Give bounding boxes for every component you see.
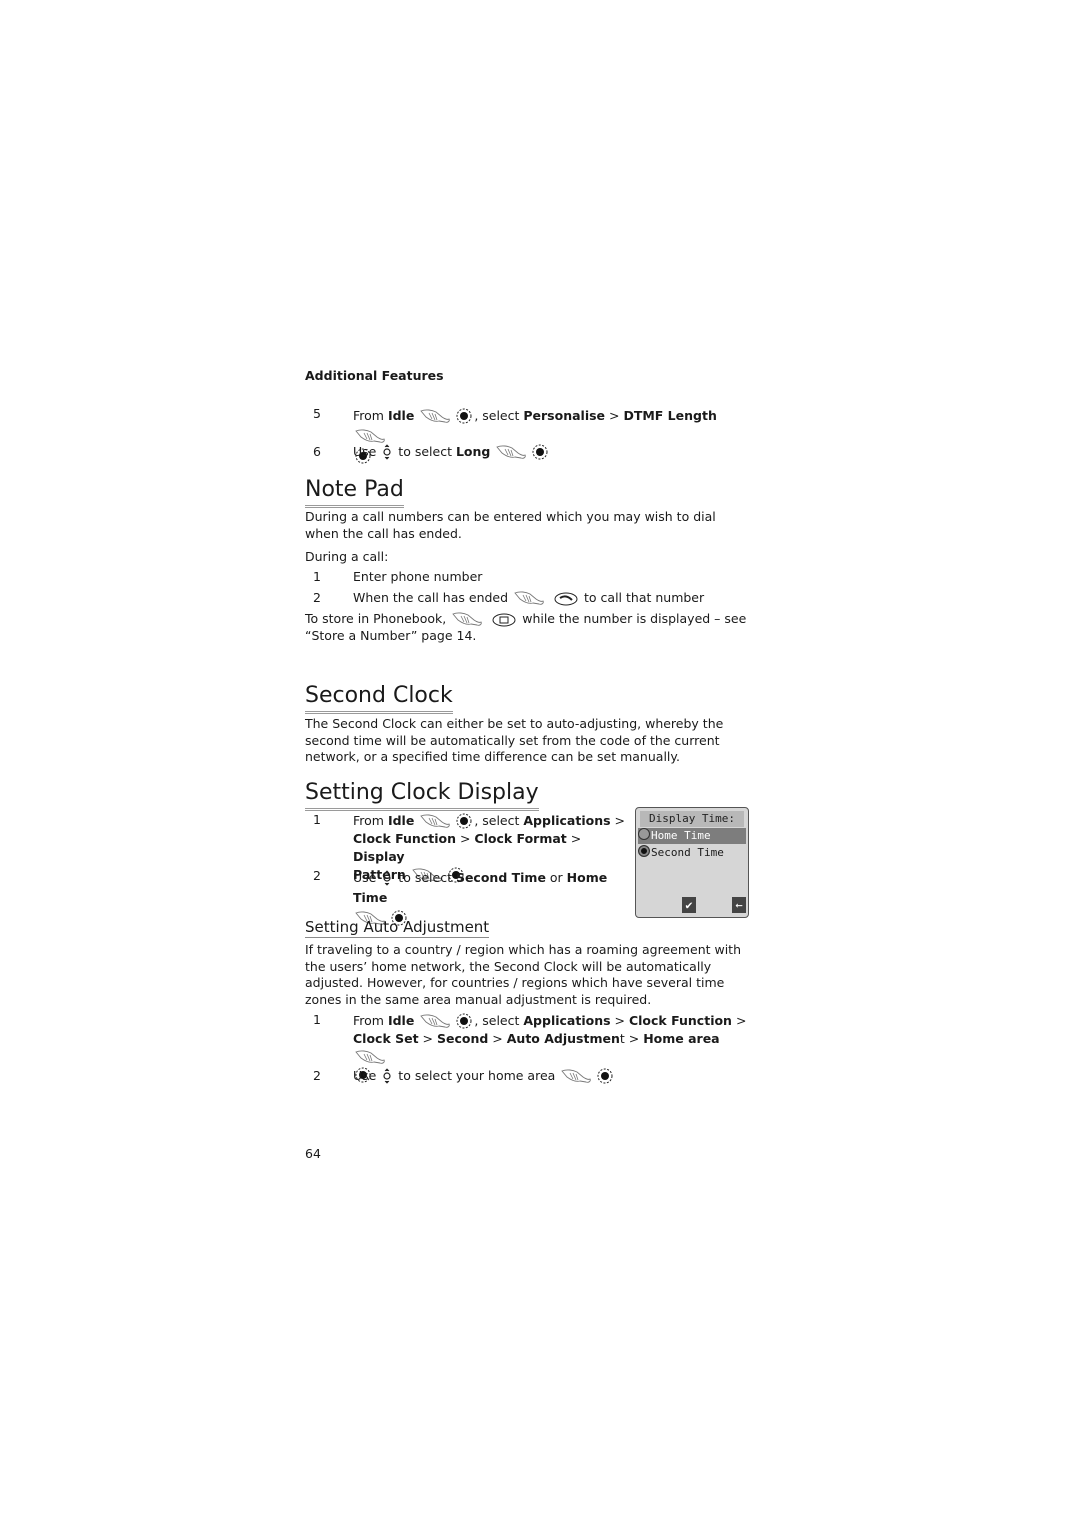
check-softkey-icon: ✔ — [682, 897, 696, 913]
second-clock-body: The Second Clock can either be set to au… — [305, 716, 724, 764]
heading-setting-auto-adjustment: Setting Auto Adjustment — [305, 918, 490, 938]
ok-key-icon — [532, 444, 548, 460]
ok-key-icon — [456, 1013, 472, 1029]
heading-note-pad: Note Pad — [305, 477, 404, 508]
note-pad-store: To store in Phonebook, while the number … — [305, 611, 747, 643]
screen-option-home-time: Home Time — [638, 828, 746, 844]
hand-press-icon — [355, 429, 385, 443]
menu-dtmf-length: DTMF Length — [623, 408, 717, 423]
screen-title: Display Time: — [640, 811, 744, 827]
menu-personalise: Personalise — [523, 408, 606, 423]
note-pad-during: During a call: — [305, 549, 389, 564]
nav-key-icon — [383, 444, 391, 460]
ok-key-icon — [597, 1068, 613, 1084]
call-key-icon — [554, 592, 578, 606]
hand-press-icon — [420, 1014, 451, 1028]
hand-press-icon — [420, 814, 451, 828]
note-pad-intro: During a call numbers can be entered whi… — [305, 509, 716, 541]
ok-key-icon — [456, 813, 472, 829]
phone-screen-display-time: Display Time: Home Time Second Time ✔ ← — [635, 807, 749, 918]
hand-press-icon — [496, 445, 527, 459]
hand-press-icon — [514, 591, 544, 605]
nav-key-icon — [383, 1068, 391, 1084]
running-head: Additional Features — [305, 368, 444, 383]
step-number: 5 — [313, 406, 321, 421]
heading-second-clock: Second Clock — [305, 683, 453, 714]
hand-press-icon — [452, 612, 482, 626]
back-arrow-softkey-icon: ← — [732, 897, 746, 913]
auto-adjust-body: If traveling to a country / region which… — [305, 942, 742, 1007]
phonebook-key-icon — [492, 613, 516, 627]
menu-idle: Idle — [387, 408, 415, 423]
hand-press-icon — [561, 1069, 592, 1083]
hand-press-icon — [355, 1050, 385, 1064]
radio-icon — [638, 828, 650, 840]
hand-press-icon — [420, 409, 451, 423]
screen-option-second-time: Second Time — [638, 845, 746, 861]
heading-setting-clock-display: Setting Clock Display — [305, 780, 539, 811]
radio-selected-icon — [638, 845, 650, 857]
nav-key-icon — [383, 870, 391, 886]
page-number: 64 — [305, 1146, 321, 1161]
ok-key-icon — [456, 408, 472, 424]
